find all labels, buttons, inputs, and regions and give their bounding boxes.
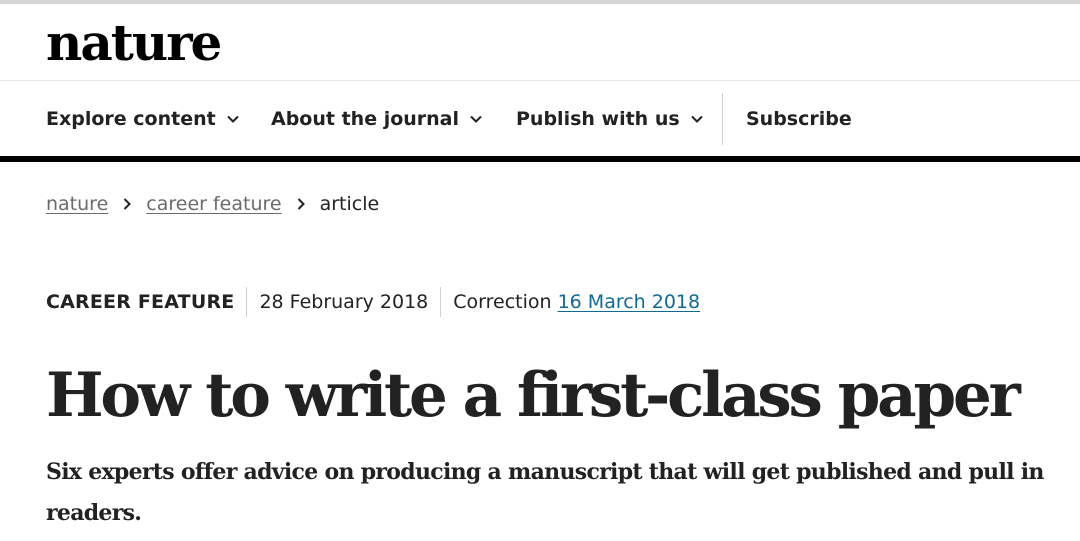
correction-date-link[interactable]: 16 March 2018 — [558, 291, 701, 313]
article-title: How to write a first-class paper — [46, 360, 1021, 431]
chevron-right-icon — [122, 197, 132, 211]
chevron-right-icon — [296, 197, 306, 211]
nav-subscribe[interactable]: Subscribe — [746, 81, 852, 156]
article-standfirst: Six experts offer advice on producing a … — [46, 459, 1044, 526]
nav-subscribe-label: Subscribe — [746, 107, 852, 130]
nav-about-the-journal[interactable]: About the journal — [271, 81, 483, 156]
nav-about-the-journal-label: About the journal — [271, 107, 460, 130]
chevron-down-icon — [690, 112, 704, 126]
breadcrumb-current: article — [319, 193, 380, 215]
top-rule — [0, 0, 1080, 4]
chevron-down-icon — [226, 112, 240, 126]
nav-explore-content-label: Explore content — [46, 107, 216, 130]
nav-publish-with-us-label: Publish with us — [516, 107, 680, 130]
correction-label: Correction — [453, 291, 552, 313]
meta-separator — [440, 287, 442, 317]
nav-bottom-rule — [0, 156, 1080, 162]
breadcrumb-career-feature-link[interactable]: career feature — [146, 193, 281, 215]
chevron-down-icon — [469, 112, 483, 126]
breadcrumb: nature career feature article — [46, 189, 379, 219]
nav-publish-with-us[interactable]: Publish with us — [516, 81, 704, 156]
nature-logo[interactable]: nature — [46, 8, 222, 78]
article-type: CAREER FEATURE — [46, 291, 235, 313]
nav-separator — [722, 93, 723, 145]
meta-separator — [246, 287, 248, 317]
main-nav: Explore content About the journal Publis… — [0, 81, 1080, 156]
breadcrumb-nature-link[interactable]: nature — [46, 193, 108, 215]
published-date: 28 February 2018 — [259, 291, 429, 313]
nav-explore-content[interactable]: Explore content — [46, 81, 240, 156]
article-meta: CAREER FEATURE 28 February 2018 Correcti… — [46, 285, 700, 319]
